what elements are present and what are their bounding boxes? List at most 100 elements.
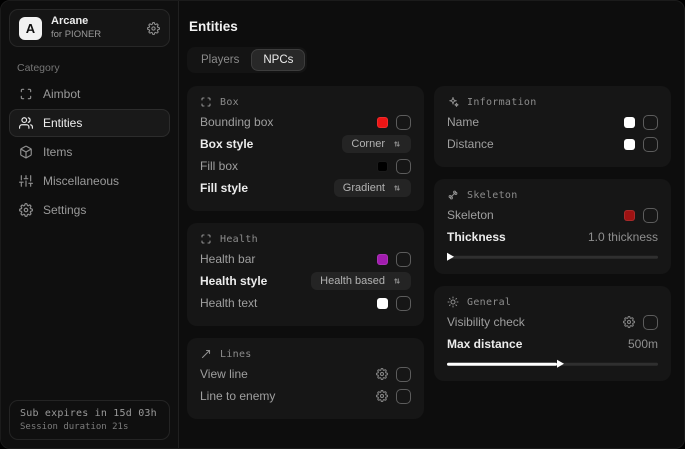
left-column: Box Bounding box Box style Corner: [187, 86, 424, 419]
skeleton-card: Skeleton Skeleton Thickness 1.0 thicknes…: [434, 179, 671, 274]
health-bar-row: Health bar: [200, 248, 411, 270]
app-header-card: A Arcane for PIONER: [9, 9, 170, 47]
aimbot-scan-icon: [19, 87, 33, 101]
health-card: Health Health bar Health style Health ba…: [187, 223, 424, 326]
thickness-slider-track: [447, 256, 658, 259]
bounding-box-label: Bounding box: [200, 115, 273, 129]
general-card-header: General: [447, 296, 658, 308]
sidebar-item-miscellaneous[interactable]: Miscellaneous: [9, 167, 170, 195]
page-title: Entities: [189, 19, 671, 34]
box-card-header: Box: [200, 96, 411, 108]
entities-users-icon: [19, 116, 33, 130]
skeleton-card-header: Skeleton: [447, 189, 658, 201]
name-color-swatch[interactable]: [624, 117, 635, 128]
lines-diagonal-icon: [200, 348, 212, 360]
sidebar-item-aimbot[interactable]: Aimbot: [9, 80, 170, 108]
header-gear-icon[interactable]: [147, 22, 160, 35]
sidebar-item-entities[interactable]: Entities: [9, 109, 170, 137]
thickness-slider-thumb[interactable]: [447, 253, 454, 261]
distance-label: Distance: [447, 137, 494, 151]
right-column: Information Name Distance: [434, 86, 671, 419]
card-columns: Box Bounding box Box style Corner: [187, 86, 671, 419]
skeleton-checkbox[interactable]: [643, 208, 658, 223]
health-style-dropdown[interactable]: Health based: [311, 272, 411, 290]
sidebar-item-label: Miscellaneous: [43, 174, 119, 188]
box-style-value: Corner: [351, 138, 385, 150]
max-distance-label: Max distance: [447, 337, 522, 351]
view-line-row: View line: [200, 363, 411, 385]
visibility-gear-icon[interactable]: [623, 316, 635, 328]
view-line-label: View line: [200, 367, 248, 381]
lines-card: Lines View line Line to enemy: [187, 338, 424, 419]
updown-arrows-icon: [392, 276, 402, 286]
sidebar-item-settings[interactable]: Settings: [9, 196, 170, 224]
information-card: Information Name Distance: [434, 86, 671, 167]
information-sparkle-icon: [447, 96, 459, 108]
health-card-title: Health: [220, 234, 258, 245]
general-sun-icon: [447, 296, 459, 308]
skeleton-row: Skeleton: [447, 204, 658, 226]
box-style-row: Box style Corner: [200, 133, 411, 155]
health-bar-checkbox[interactable]: [396, 252, 411, 267]
fill-style-dropdown[interactable]: Gradient: [334, 179, 411, 197]
sidebar-item-items[interactable]: Items: [9, 138, 170, 166]
items-package-icon: [19, 145, 33, 159]
max-distance-value: 500m: [628, 337, 658, 351]
max-distance-row: Max distance 500m: [447, 333, 658, 355]
tab-bar: Players NPCs: [187, 47, 307, 73]
box-style-label: Box style: [200, 137, 253, 151]
sidebar-item-label: Entities: [43, 116, 82, 130]
thickness-row: Thickness 1.0 thickness: [447, 226, 658, 248]
health-style-label: Health style: [200, 274, 267, 288]
box-card-title: Box: [220, 97, 239, 108]
updown-arrows-icon: [392, 183, 402, 193]
name-row: Name: [447, 111, 658, 133]
name-label: Name: [447, 115, 479, 129]
health-brackets-icon: [200, 233, 212, 245]
view-line-checkbox[interactable]: [396, 367, 411, 382]
fill-box-color-swatch[interactable]: [377, 161, 388, 172]
fill-box-row: Fill box: [200, 155, 411, 177]
box-style-dropdown[interactable]: Corner: [342, 135, 411, 153]
sidebar-item-label: Settings: [43, 203, 86, 217]
health-bar-color-swatch[interactable]: [377, 254, 388, 265]
subscription-card: Sub expires in 15d 03h Session duration …: [9, 400, 170, 440]
skeleton-color-swatch[interactable]: [624, 210, 635, 221]
sidebar-item-label: Items: [43, 145, 72, 159]
fill-style-value: Gradient: [343, 182, 385, 194]
distance-color-swatch[interactable]: [624, 139, 635, 150]
category-label: Category: [17, 62, 162, 74]
distance-checkbox[interactable]: [643, 137, 658, 152]
thickness-label: Thickness: [447, 230, 506, 244]
line-to-enemy-label: Line to enemy: [200, 389, 275, 403]
app-name: Arcane: [51, 15, 138, 29]
health-text-row: Health text: [200, 292, 411, 314]
health-text-checkbox[interactable]: [396, 296, 411, 311]
fill-box-checkbox[interactable]: [396, 159, 411, 174]
health-text-label: Health text: [200, 296, 257, 310]
line-to-enemy-gear-icon[interactable]: [376, 390, 388, 402]
max-distance-slider[interactable]: [447, 359, 658, 369]
visibility-check-checkbox[interactable]: [643, 315, 658, 330]
health-style-value: Health based: [320, 275, 385, 287]
app-title-block: Arcane for PIONER: [51, 15, 138, 41]
thickness-slider[interactable]: [447, 252, 658, 262]
bounding-box-color-swatch[interactable]: [377, 117, 388, 128]
view-line-gear-icon[interactable]: [376, 368, 388, 380]
line-to-enemy-row: Line to enemy: [200, 385, 411, 407]
health-text-color-swatch[interactable]: [377, 298, 388, 309]
bounding-box-checkbox[interactable]: [396, 115, 411, 130]
sidebar-nav: Aimbot Entities Items Miscellaneous: [9, 80, 170, 224]
app-window: A Arcane for PIONER Category Aimbot: [0, 0, 685, 449]
misc-sliders-icon: [19, 174, 33, 188]
tab-npcs[interactable]: NPCs: [251, 49, 305, 71]
health-bar-label: Health bar: [200, 252, 255, 266]
max-distance-slider-thumb[interactable]: [557, 360, 564, 368]
app-logo: A: [19, 17, 42, 40]
sub-expires-text: Sub expires in 15d 03h: [20, 408, 159, 419]
main-panel: Entities Players NPCs Box Bounding box: [179, 1, 684, 448]
session-duration-text: Session duration 21s: [20, 422, 159, 432]
tab-players[interactable]: Players: [189, 49, 251, 71]
name-checkbox[interactable]: [643, 115, 658, 130]
line-to-enemy-checkbox[interactable]: [396, 389, 411, 404]
